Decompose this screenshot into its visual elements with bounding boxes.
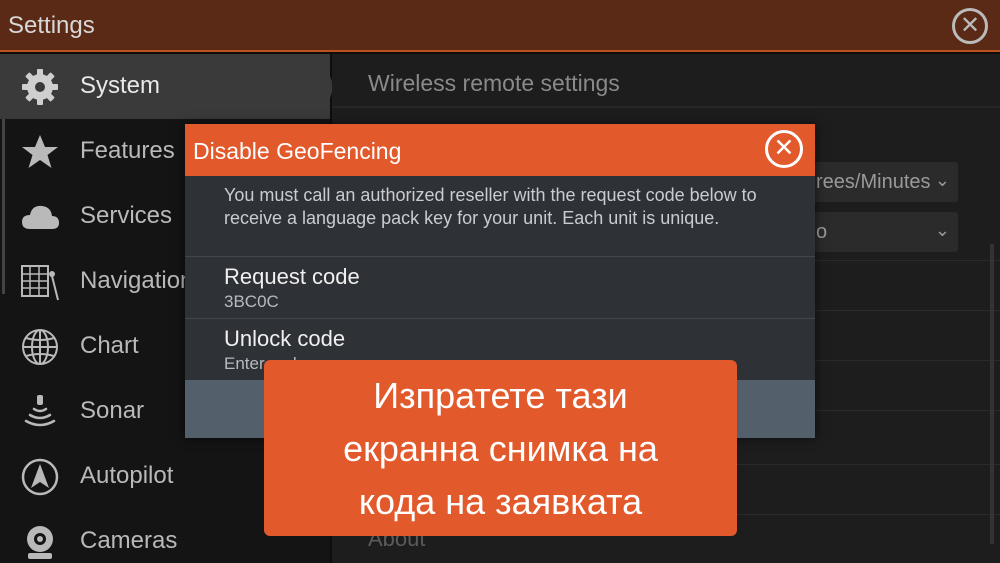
dialog-message: You must call an authorized reseller wit… [224, 185, 757, 228]
sidebar-item-label: Navigation [80, 267, 194, 294]
sidebar-item-label: Chart [80, 332, 139, 359]
heading-divider [332, 106, 1000, 108]
panel-heading: Wireless remote settings [368, 70, 620, 96]
panel-scrollbar[interactable] [990, 244, 994, 544]
select-value: rees/Minutes [816, 171, 931, 193]
star-icon [22, 135, 58, 168]
dialog-close-button[interactable]: ✕ [765, 130, 803, 168]
title-bar: Settings ✕ [0, 0, 1000, 52]
gear-icon [22, 69, 58, 105]
sidebar-item-label: Sonar [80, 397, 145, 424]
camera-icon [27, 526, 53, 559]
sidebar-item-label: Cameras [80, 527, 178, 554]
sonar-icon [24, 395, 56, 427]
unlock-code-label[interactable]: Unlock code [224, 326, 345, 352]
cloud-icon [22, 205, 59, 229]
close-icon: ✕ [959, 12, 981, 39]
dialog-title: Disable GeoFencing [193, 138, 402, 164]
chevron-down-icon: ⌄ [934, 170, 950, 190]
banner-line: кода на заявката [358, 481, 643, 522]
autopilot-icon [21, 458, 59, 496]
sidebar-item-label: Services [80, 202, 173, 229]
request-code-value: 3BC0C [224, 292, 279, 311]
banner-line: Изпратете тази [373, 375, 628, 416]
coordinate-format-select[interactable]: rees/Minutes ⌄ [810, 162, 958, 202]
navigation-icon [21, 265, 59, 301]
globe-icon [22, 329, 58, 365]
select-value: o [816, 221, 828, 243]
dialog-divider [185, 256, 815, 257]
sidebar-item-label: System [80, 72, 161, 99]
sidebar-item-label: Autopilot [80, 462, 174, 489]
dialog-divider [185, 318, 815, 319]
banner-line: екранна снимка на [343, 428, 658, 469]
instruction-banner: Изпратете тази екранна снимка на кода на… [264, 360, 737, 536]
sidebar-item-label: Features [80, 137, 175, 164]
dialog-header: Disable GeoFencing ✕ [185, 124, 815, 176]
window-title: Settings [8, 12, 95, 39]
close-settings-button[interactable]: ✕ [952, 8, 988, 44]
sidebar-item-system[interactable]: System [0, 54, 330, 119]
close-icon: ✕ [773, 134, 795, 162]
secondary-select[interactable]: o ⌄ [810, 212, 958, 252]
chevron-down-icon: ⌄ [934, 220, 950, 240]
request-code-label: Request code [224, 264, 360, 289]
